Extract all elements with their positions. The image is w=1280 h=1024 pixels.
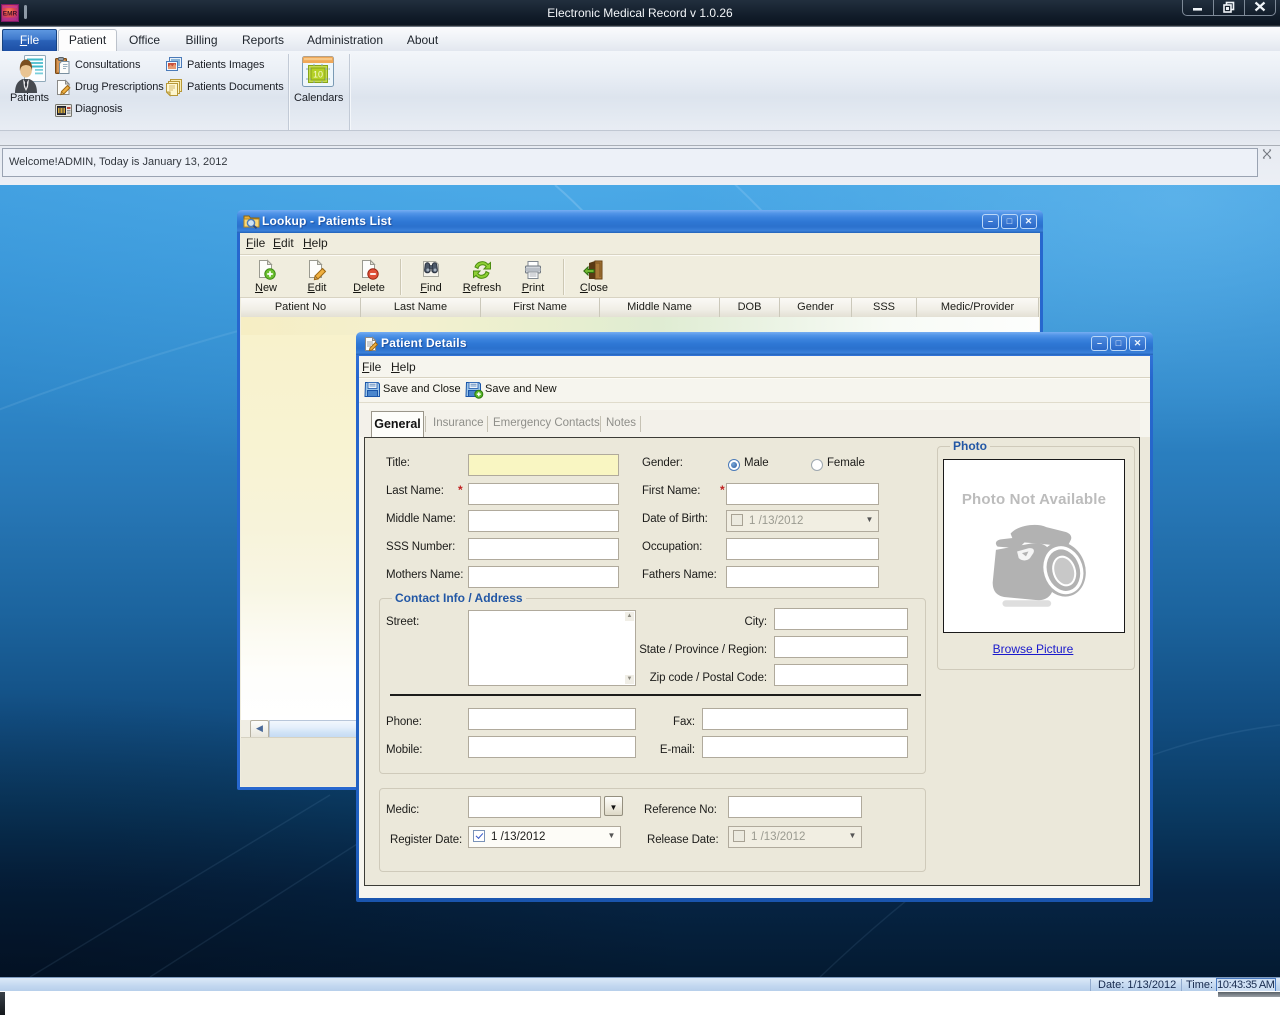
svg-text:10: 10	[313, 70, 323, 80]
svg-text:EMR: EMR	[3, 11, 18, 18]
